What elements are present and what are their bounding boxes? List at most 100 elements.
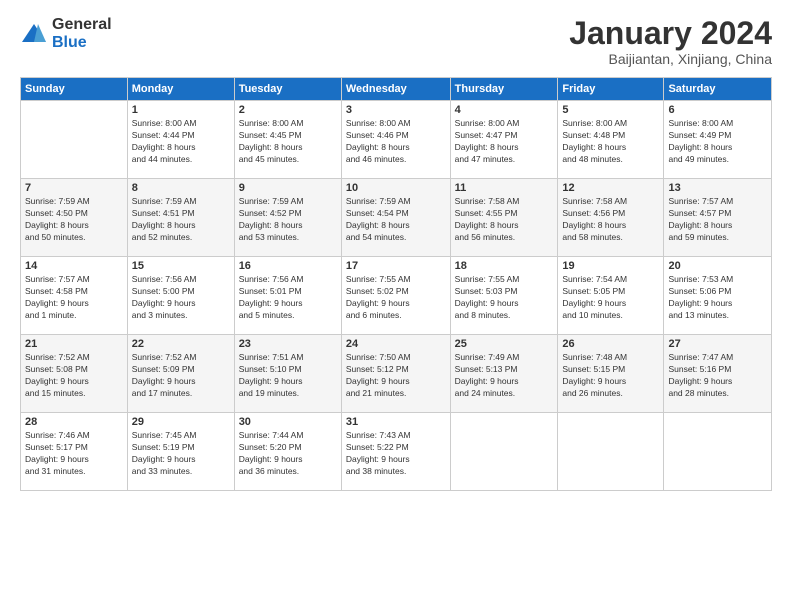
- day-number: 8: [132, 182, 230, 194]
- day-info: Sunrise: 7:50 AM Sunset: 5:12 PM Dayligh…: [346, 352, 446, 400]
- day-info: Sunrise: 7:47 AM Sunset: 5:16 PM Dayligh…: [668, 352, 767, 400]
- day-info: Sunrise: 7:57 AM Sunset: 4:58 PM Dayligh…: [25, 274, 123, 322]
- day-cell: 3Sunrise: 8:00 AM Sunset: 4:46 PM Daylig…: [341, 101, 450, 179]
- day-number: 29: [132, 416, 230, 428]
- day-number: 12: [562, 182, 659, 194]
- day-info: Sunrise: 7:55 AM Sunset: 5:03 PM Dayligh…: [455, 274, 554, 322]
- day-number: 28: [25, 416, 123, 428]
- logo-text: General Blue: [52, 16, 112, 51]
- logo: General Blue: [20, 16, 112, 51]
- day-cell: [558, 413, 664, 491]
- day-number: 5: [562, 104, 659, 116]
- day-number: 23: [239, 338, 337, 350]
- day-cell: 8 Sunrise: 7:59 AM Sunset: 4:51 PM Daylig…: [127, 179, 234, 257]
- day-info: Sunrise: 8:00 AM Sunset: 4:49 PM Dayligh…: [668, 118, 767, 166]
- day-info: Sunrise: 7:59 AM Sunset: 4:54 PM Dayligh…: [346, 196, 446, 244]
- day-number: 4: [455, 104, 554, 116]
- day-info: Sunrise: 7:59 AM Sunset: 4:52 PM Dayligh…: [239, 196, 337, 244]
- day-info: Sunrise: 7:54 AM Sunset: 5:05 PM Dayligh…: [562, 274, 659, 322]
- day-info: Sunrise: 8:00 AM Sunset: 4:45 PM Dayligh…: [239, 118, 337, 166]
- day-cell: [450, 413, 558, 491]
- day-info: Sunrise: 7:57 AM Sunset: 4:57 PM Dayligh…: [668, 196, 767, 244]
- day-info: Sunrise: 7:58 AM Sunset: 4:55 PM Dayligh…: [455, 196, 554, 244]
- day-number: 17: [346, 260, 446, 272]
- day-cell: 19 Sunrise: 7:54 AM Sunset: 5:05 PM Dayli…: [558, 257, 664, 335]
- day-info: Sunrise: 7:59 AM Sunset: 4:50 PM Dayligh…: [25, 196, 123, 244]
- day-cell: 15 Sunrise: 7:56 AM Sunset: 5:00 PM Dayli…: [127, 257, 234, 335]
- day-cell: 25 Sunrise: 7:49 AM Sunset: 5:13 PM Dayli…: [450, 335, 558, 413]
- day-info: Sunrise: 7:46 AM Sunset: 5:17 PM Dayligh…: [25, 430, 123, 478]
- month-title: January 2024: [569, 16, 772, 51]
- day-info: Sunrise: 8:00 AM Sunset: 4:46 PM Dayligh…: [346, 118, 446, 166]
- day-cell: [21, 101, 128, 179]
- day-number: 30: [239, 416, 337, 428]
- week-row-1: 7 Sunrise: 7:59 AM Sunset: 4:50 PM Daylig…: [21, 179, 772, 257]
- day-info: Sunrise: 7:59 AM Sunset: 4:51 PM Dayligh…: [132, 196, 230, 244]
- day-number: 15: [132, 260, 230, 272]
- day-info: Sunrise: 7:49 AM Sunset: 5:13 PM Dayligh…: [455, 352, 554, 400]
- day-cell: 18 Sunrise: 7:55 AM Sunset: 5:03 PM Dayli…: [450, 257, 558, 335]
- week-row-2: 14 Sunrise: 7:57 AM Sunset: 4:58 PM Dayli…: [21, 257, 772, 335]
- day-number: 14: [25, 260, 123, 272]
- day-cell: 31 Sunrise: 7:43 AM Sunset: 5:22 PM Dayli…: [341, 413, 450, 491]
- day-cell: 12 Sunrise: 7:58 AM Sunset: 4:56 PM Dayli…: [558, 179, 664, 257]
- day-cell: 9 Sunrise: 7:59 AM Sunset: 4:52 PM Daylig…: [234, 179, 341, 257]
- day-number: 31: [346, 416, 446, 428]
- day-info: Sunrise: 7:53 AM Sunset: 5:06 PM Dayligh…: [668, 274, 767, 322]
- day-cell: 30 Sunrise: 7:44 AM Sunset: 5:20 PM Dayli…: [234, 413, 341, 491]
- day-cell: 5 Sunrise: 8:00 AM Sunset: 4:48 PM Daylig…: [558, 101, 664, 179]
- week-row-0: 1Sunrise: 8:00 AM Sunset: 4:44 PM Daylig…: [21, 101, 772, 179]
- day-cell: 22Sunrise: 7:52 AM Sunset: 5:09 PM Dayli…: [127, 335, 234, 413]
- day-number: 11: [455, 182, 554, 194]
- day-number: 13: [668, 182, 767, 194]
- logo-icon: [20, 20, 48, 48]
- day-cell: 1Sunrise: 8:00 AM Sunset: 4:44 PM Daylig…: [127, 101, 234, 179]
- day-cell: 13 Sunrise: 7:57 AM Sunset: 4:57 PM Dayli…: [664, 179, 772, 257]
- header-row: SundayMondayTuesdayWednesdayThursdayFrid…: [21, 78, 772, 101]
- day-info: Sunrise: 7:44 AM Sunset: 5:20 PM Dayligh…: [239, 430, 337, 478]
- day-info: Sunrise: 7:43 AM Sunset: 5:22 PM Dayligh…: [346, 430, 446, 478]
- day-info: Sunrise: 7:58 AM Sunset: 4:56 PM Dayligh…: [562, 196, 659, 244]
- day-info: Sunrise: 7:52 AM Sunset: 5:08 PM Dayligh…: [25, 352, 123, 400]
- day-cell: 23 Sunrise: 7:51 AM Sunset: 5:10 PM Dayli…: [234, 335, 341, 413]
- day-number: 21: [25, 338, 123, 350]
- header-cell-wednesday: Wednesday: [341, 78, 450, 101]
- week-row-4: 28 Sunrise: 7:46 AM Sunset: 5:17 PM Dayli…: [21, 413, 772, 491]
- day-info: Sunrise: 7:56 AM Sunset: 5:00 PM Dayligh…: [132, 274, 230, 322]
- day-info: Sunrise: 7:51 AM Sunset: 5:10 PM Dayligh…: [239, 352, 337, 400]
- day-number: 20: [668, 260, 767, 272]
- header-cell-tuesday: Tuesday: [234, 78, 341, 101]
- day-number: 7: [25, 182, 123, 194]
- day-cell: 4 Sunrise: 8:00 AM Sunset: 4:47 PM Daylig…: [450, 101, 558, 179]
- day-cell: 11 Sunrise: 7:58 AM Sunset: 4:55 PM Dayli…: [450, 179, 558, 257]
- day-cell: 29Sunrise: 7:45 AM Sunset: 5:19 PM Dayli…: [127, 413, 234, 491]
- day-cell: 27 Sunrise: 7:47 AM Sunset: 5:16 PM Dayli…: [664, 335, 772, 413]
- day-cell: 17 Sunrise: 7:55 AM Sunset: 5:02 PM Dayli…: [341, 257, 450, 335]
- day-number: 26: [562, 338, 659, 350]
- day-cell: 14 Sunrise: 7:57 AM Sunset: 4:58 PM Dayli…: [21, 257, 128, 335]
- header-cell-saturday: Saturday: [664, 78, 772, 101]
- header-cell-friday: Friday: [558, 78, 664, 101]
- header-cell-sunday: Sunday: [21, 78, 128, 101]
- day-number: 25: [455, 338, 554, 350]
- day-number: 24: [346, 338, 446, 350]
- day-cell: 16Sunrise: 7:56 AM Sunset: 5:01 PM Dayli…: [234, 257, 341, 335]
- day-number: 22: [132, 338, 230, 350]
- day-info: Sunrise: 7:55 AM Sunset: 5:02 PM Dayligh…: [346, 274, 446, 322]
- day-info: Sunrise: 8:00 AM Sunset: 4:44 PM Dayligh…: [132, 118, 230, 166]
- day-cell: [664, 413, 772, 491]
- day-cell: 28 Sunrise: 7:46 AM Sunset: 5:17 PM Dayli…: [21, 413, 128, 491]
- day-cell: 7 Sunrise: 7:59 AM Sunset: 4:50 PM Daylig…: [21, 179, 128, 257]
- day-number: 19: [562, 260, 659, 272]
- day-number: 18: [455, 260, 554, 272]
- calendar-table: SundayMondayTuesdayWednesdayThursdayFrid…: [20, 77, 772, 491]
- day-cell: 10 Sunrise: 7:59 AM Sunset: 4:54 PM Dayli…: [341, 179, 450, 257]
- day-info: Sunrise: 8:00 AM Sunset: 4:48 PM Dayligh…: [562, 118, 659, 166]
- day-number: 10: [346, 182, 446, 194]
- calendar-page: General Blue January 2024 Baijiantan, Xi…: [0, 0, 792, 612]
- day-info: Sunrise: 8:00 AM Sunset: 4:47 PM Dayligh…: [455, 118, 554, 166]
- header-cell-monday: Monday: [127, 78, 234, 101]
- day-number: 6: [668, 104, 767, 116]
- day-number: 27: [668, 338, 767, 350]
- day-number: 9: [239, 182, 337, 194]
